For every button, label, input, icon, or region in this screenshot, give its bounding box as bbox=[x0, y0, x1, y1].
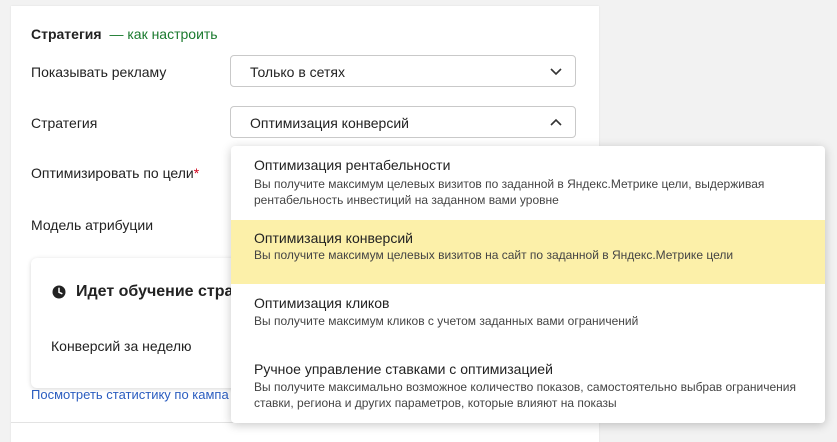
clock-icon bbox=[52, 285, 66, 299]
section-title: Стратегия bbox=[31, 26, 102, 42]
chevron-up-icon bbox=[550, 118, 562, 126]
strategy-value: Оптимизация конверсий bbox=[250, 115, 409, 131]
section-header: Стратегия — как настроить bbox=[31, 26, 218, 42]
option-description: Вы получите максимум целевых визитов на … bbox=[254, 248, 734, 262]
show-ads-label: Показывать рекламу bbox=[31, 64, 167, 80]
option-description: Вы получите максимум кликов с учетом зад… bbox=[254, 314, 639, 328]
strategy-label: Стратегия bbox=[31, 115, 98, 131]
show-ads-value: Только в сетях bbox=[250, 64, 345, 80]
conversions-label: Конверсий за неделю bbox=[51, 338, 192, 354]
attribution-label: Модель атрибуции bbox=[31, 217, 154, 233]
strategy-option-conversions[interactable]: Оптимизация конверсий Вы получите максим… bbox=[231, 220, 825, 284]
strategy-select[interactable]: Оптимизация конверсий bbox=[230, 106, 576, 138]
option-description: Вы получите максимально возможное количе… bbox=[254, 380, 796, 410]
strategy-option-manual[interactable]: Ручное управление ставками с оптимизацие… bbox=[231, 350, 825, 423]
option-title: Оптимизация конверсий bbox=[254, 230, 413, 246]
strategy-option-roi[interactable]: Оптимизация рентабельности Вы получите м… bbox=[231, 146, 825, 212]
optimize-goal-text: Оптимизировать по цели bbox=[31, 165, 194, 181]
option-title: Оптимизация рентабельности bbox=[254, 157, 451, 173]
option-description: Вы получите максимум целевых визитов по … bbox=[254, 177, 765, 207]
show-ads-select[interactable]: Только в сетях bbox=[230, 55, 576, 87]
learning-heading: Идет обучение страте bbox=[76, 283, 251, 300]
chevron-down-icon bbox=[550, 68, 562, 76]
optimize-goal-label: Оптимизировать по цели* bbox=[31, 165, 199, 181]
option-title: Ручное управление ставками с оптимизацие… bbox=[254, 361, 553, 377]
title-dash: — bbox=[109, 26, 124, 42]
strategy-option-clicks[interactable]: Оптимизация кликов Вы получите максимум … bbox=[231, 284, 825, 344]
option-title: Оптимизация кликов bbox=[254, 295, 390, 311]
strategy-dropdown-menu: Оптимизация рентабельности Вы получите м… bbox=[231, 146, 825, 423]
stats-link[interactable]: Посмотреть статистику по кампа bbox=[31, 387, 229, 403]
howto-link[interactable]: как настроить bbox=[127, 26, 217, 42]
required-mark: * bbox=[193, 165, 200, 181]
